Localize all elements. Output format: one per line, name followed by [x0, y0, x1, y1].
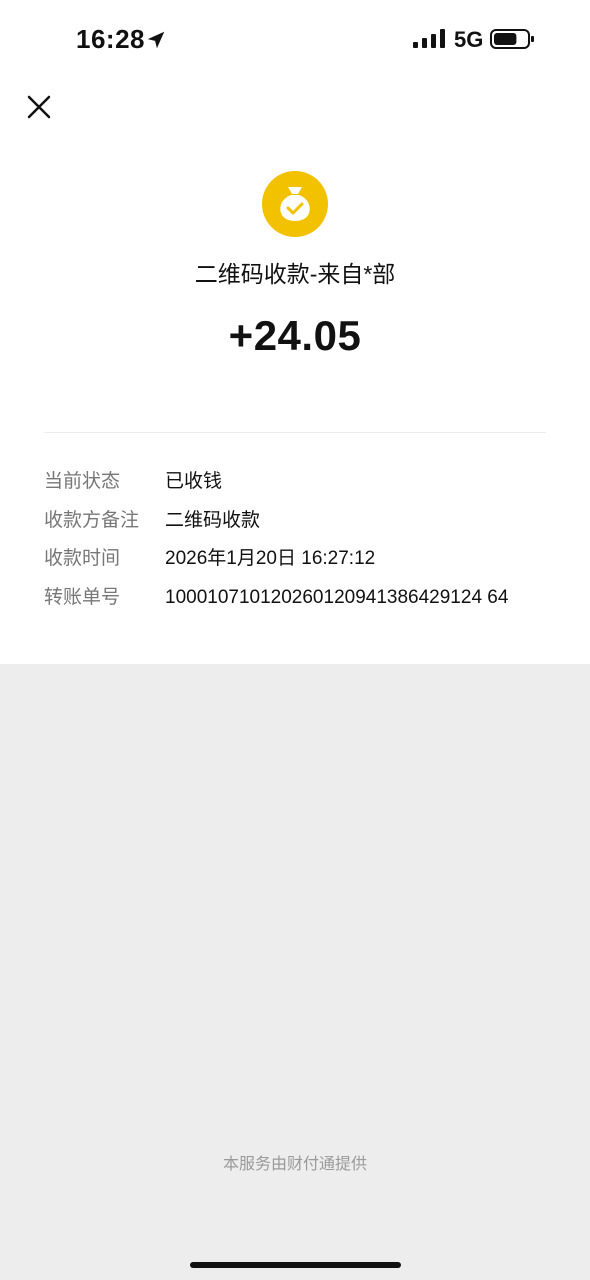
- transaction-title: 二维码收款-来自*部: [194, 261, 396, 287]
- detail-value: 2026年1月20日 16:27:12: [165, 548, 376, 569]
- battery-icon: [490, 29, 534, 49]
- detail-label: 收款时间: [44, 548, 121, 569]
- transfer-id-value[interactable]: 100010710120260120941386429124 64: [165, 582, 525, 614]
- money-bag-check-icon: [262, 171, 328, 237]
- home-indicator[interactable]: [190, 1262, 401, 1268]
- signal-icon: [413, 29, 445, 48]
- close-icon[interactable]: [24, 92, 54, 122]
- location-arrow-icon: [147, 31, 165, 49]
- status-time: 16:28: [76, 24, 145, 54]
- detail-value: 已收钱: [165, 471, 223, 492]
- divider: [44, 432, 546, 433]
- network-label: 5G: [454, 27, 484, 52]
- battery-fill: [494, 33, 517, 45]
- detail-label: 收款方备注: [44, 510, 140, 531]
- service-provider-note: 本服务由财付通提供: [222, 1156, 367, 1173]
- detail-value: 二维码收款: [165, 510, 261, 531]
- detail-label: 当前状态: [44, 471, 121, 492]
- transaction-amount: +24.05: [228, 312, 362, 359]
- transaction-detail-card: 16:28 5G 二维码收款-来自*部 +24.05 当前状态 已收钱 收款方备…: [0, 0, 590, 664]
- status-bar: 16:28 5G: [0, 0, 590, 80]
- detail-label: 转账单号: [44, 587, 121, 608]
